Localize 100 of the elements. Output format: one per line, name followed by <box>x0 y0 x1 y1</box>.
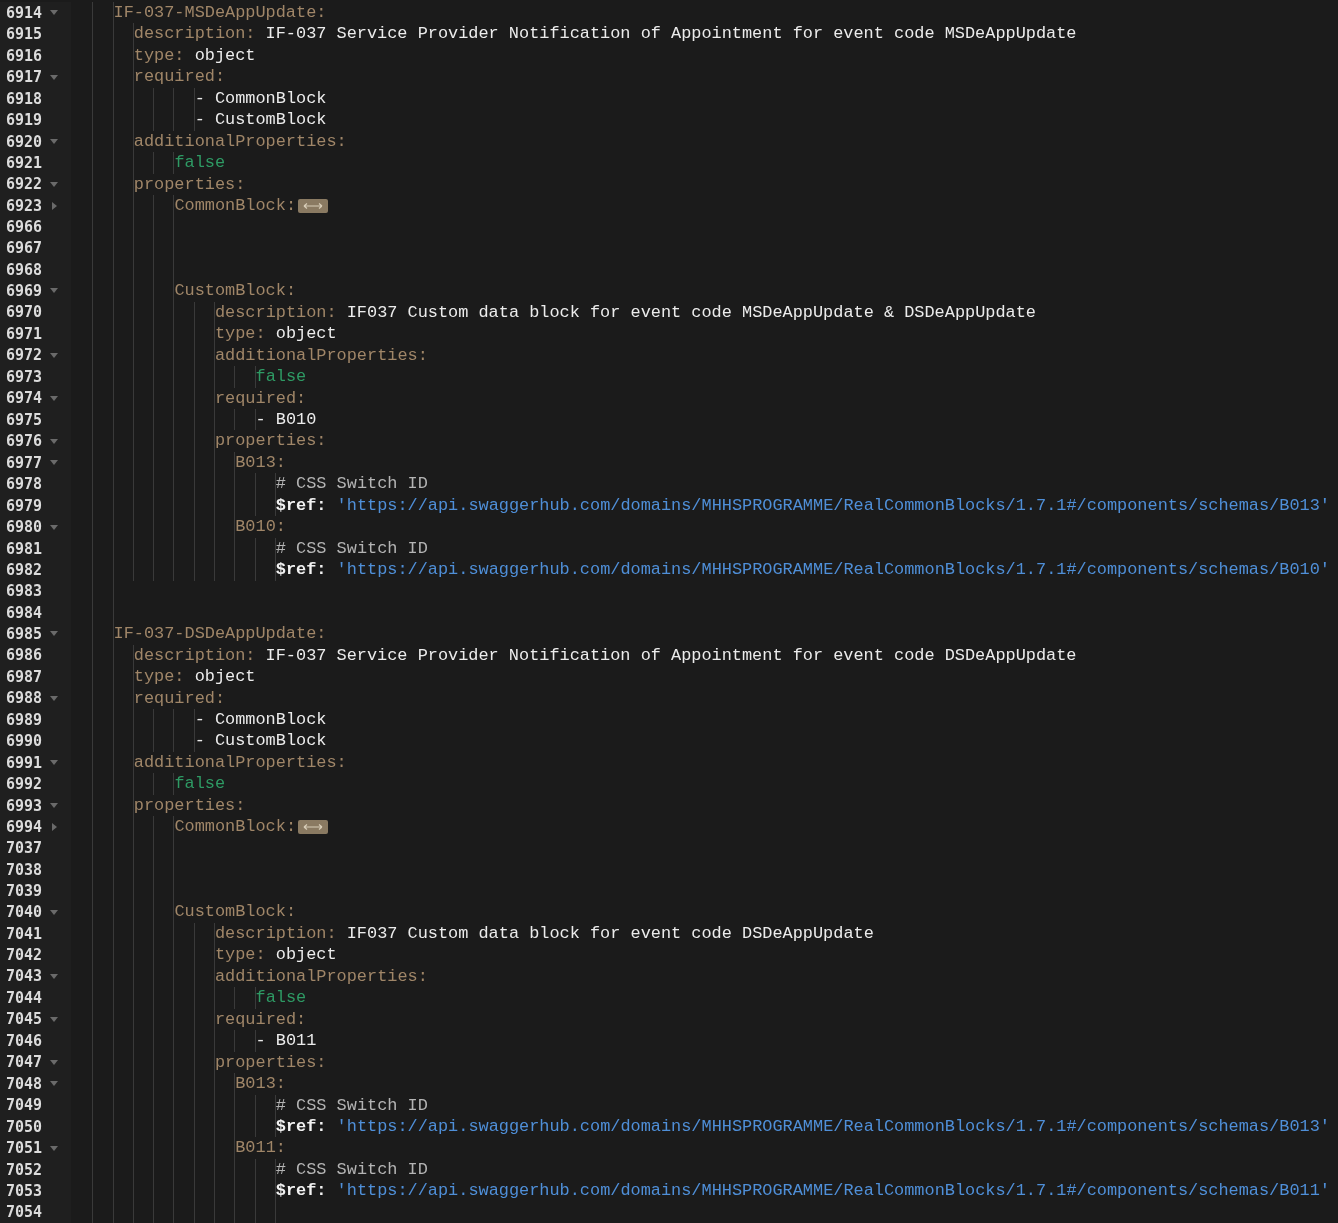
yaml-key: properties: <box>133 794 246 817</box>
yaml-value: object <box>194 44 256 67</box>
yaml-value: object <box>275 323 337 345</box>
line-number: 7037 <box>6 839 44 858</box>
fold-toggle-icon[interactable] <box>50 524 58 530</box>
yaml-key: properties: <box>133 173 246 196</box>
fold-toggle-icon[interactable] <box>50 182 58 187</box>
yaml-key: $ref: <box>275 559 327 581</box>
fold-toggle-icon[interactable] <box>50 909 58 915</box>
fold-toggle-icon[interactable] <box>50 395 58 401</box>
line-number: 7038 <box>6 860 44 879</box>
line-number: 6992 <box>6 775 44 794</box>
fold-toggle-icon[interactable] <box>50 438 58 444</box>
line-number: 6975 <box>6 410 44 429</box>
yaml-boolean: false <box>174 773 226 795</box>
line-number: 6974 <box>6 389 44 408</box>
line-number: 6972 <box>6 346 44 365</box>
fold-toggle-icon[interactable] <box>50 760 58 766</box>
folded-block-icon[interactable] <box>298 820 329 835</box>
line-number: 7046 <box>6 1031 44 1050</box>
line-number: 7040 <box>6 903 44 922</box>
yaml-key: CustomBlock: <box>174 280 297 302</box>
yaml-key: IF-037-DSDeAppUpdate: <box>113 623 327 645</box>
fold-toggle-icon[interactable] <box>50 1145 58 1151</box>
yaml-comment: # CSS Switch ID <box>275 537 428 560</box>
line-number: 7042 <box>6 946 44 964</box>
yaml-boolean: false <box>255 366 307 388</box>
yaml-value: IF-037 Service Provider Notification of Appointment for event code DSDeAppUpdate <box>265 644 1077 667</box>
fold-toggle-icon[interactable] <box>50 460 58 466</box>
yaml-key: IF-037-MSDeAppUpdate: <box>113 2 327 24</box>
line-number: 6918 <box>6 89 44 108</box>
fold-toggle-icon[interactable] <box>50 74 58 80</box>
yaml-string: 'https://api.swaggerhub.com/domains/MHHSPROGRAMME/RealCommonBlocks/1.7.1#/components/schemas/B010' <box>336 559 1330 581</box>
yaml-value: IF-037 Service Provider Notification of Appointment for event code MSDeAppUpdate <box>265 23 1077 45</box>
line-number: 6986 <box>6 646 44 665</box>
yaml-key: type: <box>133 44 185 67</box>
line-number: 6921 <box>6 154 44 172</box>
line-number: 6980 <box>6 518 44 537</box>
line-number: 7041 <box>6 924 44 943</box>
fold-toggle-icon[interactable] <box>50 352 58 358</box>
line-number: 6985 <box>6 624 44 643</box>
line-number: 6982 <box>6 561 44 580</box>
folded-block-icon[interactable] <box>298 198 329 213</box>
line-number: 6970 <box>6 303 44 322</box>
yaml-string: 'https://api.swaggerhub.com/domains/MHHSPROGRAMME/RealCommonBlocks/1.7.1#/components/schemas/B013' <box>336 494 1330 517</box>
line-number: 6991 <box>6 753 44 772</box>
line-number: 6989 <box>6 710 44 729</box>
yaml-value: - CustomBlock <box>194 730 327 752</box>
yaml-key: CommonBlock: <box>174 816 297 838</box>
fold-toggle-icon[interactable] <box>50 1081 58 1087</box>
yaml-comment: # CSS Switch ID <box>275 1158 428 1181</box>
line-number: 6919 <box>6 111 44 130</box>
line-number: 7053 <box>6 1182 44 1201</box>
line-number: 7044 <box>6 988 44 1007</box>
yaml-key: type: <box>214 323 266 345</box>
line-number: 6977 <box>6 453 44 472</box>
yaml-comment: # CSS Switch ID <box>275 1094 428 1116</box>
yaml-key: additionalProperties: <box>214 965 428 988</box>
line-number: 6916 <box>6 46 44 65</box>
yaml-key: description: <box>214 922 337 945</box>
fold-toggle-icon[interactable] <box>51 201 57 210</box>
fold-toggle-icon[interactable] <box>50 1059 58 1065</box>
yaml-value: - B011 <box>255 1030 317 1052</box>
yaml-key: $ref: <box>275 1116 327 1138</box>
line-number: 7054 <box>6 1203 44 1222</box>
line-number: 6923 <box>6 196 44 215</box>
fold-toggle-icon[interactable] <box>50 973 58 979</box>
yaml-value: - CommonBlock <box>194 87 327 110</box>
line-number: 6981 <box>6 539 44 558</box>
yaml-key: B011: <box>235 1137 286 1159</box>
line-number: 6976 <box>6 432 44 451</box>
yaml-value: - CommonBlock <box>194 709 327 731</box>
line-number: 7039 <box>6 881 44 900</box>
yaml-key: CustomBlock: <box>174 901 297 923</box>
line-number: 7048 <box>6 1074 44 1093</box>
yaml-comment: # CSS Switch ID <box>275 473 428 495</box>
fold-toggle-icon[interactable] <box>50 803 58 809</box>
yaml-key: properties: <box>214 430 327 452</box>
fold-toggle-icon[interactable] <box>50 288 58 294</box>
line-number: 6920 <box>6 132 44 151</box>
yaml-key: B010: <box>235 516 286 538</box>
yaml-key: properties: <box>214 1051 327 1074</box>
yaml-key: B013: <box>235 451 286 474</box>
yaml-key: CommonBlock: <box>174 195 297 217</box>
yaml-key: description: <box>214 301 337 324</box>
line-number: 6994 <box>6 818 44 837</box>
fold-toggle-icon[interactable] <box>50 139 58 145</box>
fold-toggle-icon[interactable] <box>50 631 58 637</box>
yaml-key: required: <box>133 687 226 709</box>
line-number: 6990 <box>6 732 44 751</box>
fold-toggle-icon[interactable] <box>50 1016 58 1022</box>
fold-toggle-icon[interactable] <box>51 823 57 832</box>
yaml-boolean: false <box>255 987 307 1009</box>
fold-toggle-icon[interactable] <box>50 10 58 16</box>
line-number: 6971 <box>6 324 44 343</box>
fold-toggle-icon[interactable] <box>50 695 58 701</box>
line-number: 6973 <box>6 367 44 386</box>
line-number: 7050 <box>6 1117 44 1136</box>
line-number: 7045 <box>6 1010 44 1029</box>
line-number: 7052 <box>6 1160 44 1179</box>
